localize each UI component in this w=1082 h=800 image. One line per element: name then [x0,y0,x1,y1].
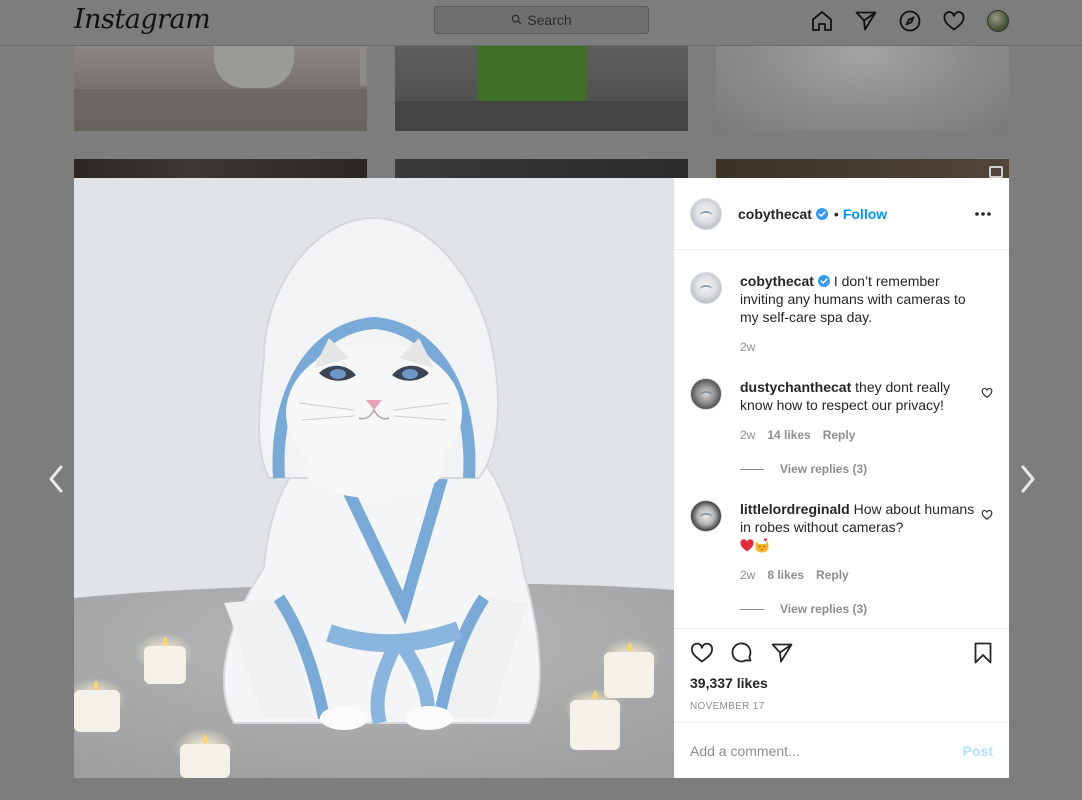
comments-list[interactable]: cobythecat I don’t remember inviting any… [674,250,1009,628]
post-details-panel: cobythecat • Follow cobythecat I don’t r… [674,178,1009,778]
replies-divider [740,608,764,610]
likes-count[interactable]: 39,337 likes [690,675,768,691]
instagram-logo[interactable]: Instagram [74,4,211,35]
thumbnail-cat [214,46,294,88]
top-navigation: Instagram Search [0,0,1082,46]
caption-text: cobythecat I don’t remember inviting any… [740,272,980,326]
candle-light [74,678,126,732]
kissing-cat-emoji-icon [755,538,769,553]
share-button[interactable] [770,641,794,665]
thumbnail-pillow [360,46,367,86]
candle-light [600,638,660,698]
view-replies-button[interactable]: View replies (3) [740,602,867,616]
like-comment-button[interactable] [981,386,995,400]
caption: cobythecat I don’t remember inviting any… [690,272,995,362]
caption-meta: 2w [740,340,755,354]
nav-icons [809,8,1011,34]
comment-username[interactable]: dustychanthecat [740,379,851,395]
grid-post-thumbnail[interactable] [74,159,367,179]
post-comment-button[interactable]: Post [963,743,993,759]
heart-icon [981,388,993,398]
candle-light [174,728,234,778]
more-dots-icon [975,212,991,216]
activity-heart-icon[interactable] [941,8,967,34]
grid-post-thumbnail[interactable] [395,159,688,179]
reply-button[interactable]: Reply [823,428,856,442]
cat-in-robe-image [74,178,674,778]
more-options-button[interactable] [973,202,993,226]
view-replies-button[interactable]: View replies (3) [740,462,867,476]
post-modal: cobythecat • Follow cobythecat I don’t r… [74,178,1009,778]
reply-button[interactable]: Reply [816,568,849,582]
chevron-right-icon [1021,465,1035,493]
add-comment-input[interactable] [690,742,963,759]
grid-post-thumbnail[interactable] [395,46,688,131]
comment-icon [731,642,752,663]
comment-time[interactable]: 2w [740,568,755,582]
next-post-button[interactable] [1013,462,1043,496]
post-date[interactable]: NOVEMBER 17 [690,701,764,712]
view-replies-label: View replies (3) [780,462,868,476]
post-photo[interactable] [74,178,674,778]
like-comment-button[interactable] [981,508,995,522]
avatar[interactable] [690,272,722,304]
avatar[interactable] [690,378,722,410]
search-icon [511,12,522,28]
avatar [987,10,1009,32]
comment-username[interactable]: littlelordreginald [740,501,850,517]
direct-icon[interactable] [853,8,879,34]
comment-item: dustychanthecat they dont really know ho… [690,378,995,488]
thumbnail-sofa [74,89,367,119]
like-button[interactable] [690,641,714,665]
avatar[interactable] [690,500,722,532]
post-actions: 39,337 likes NOVEMBER 17 [674,628,1009,722]
comment-time[interactable]: 2w [740,428,755,442]
thumbnail-floor [395,101,688,131]
heart-icon [691,642,713,663]
grid-post-thumbnail[interactable]: for [74,46,367,131]
carousel-multi-icon [989,166,1003,178]
post-header: cobythecat • Follow [674,178,1009,250]
replies-divider [740,468,764,470]
verified-badge-icon [817,275,830,287]
share-direct-icon [771,643,793,663]
explore-icon[interactable] [897,8,923,34]
comment-likes[interactable]: 14 likes [767,428,810,442]
author-username[interactable]: cobythecat [738,206,812,222]
caption-time[interactable]: 2w [740,340,755,354]
bookmark-icon [974,642,992,664]
comment-text: dustychanthecat they dont really know ho… [740,378,980,414]
grid-post-thumbnail[interactable] [716,46,1009,131]
profile-avatar[interactable] [985,8,1011,34]
caption-username[interactable]: cobythecat [740,273,814,289]
previous-post-button[interactable] [41,462,71,496]
home-icon[interactable] [809,8,835,34]
comment-button[interactable] [730,641,754,665]
comment-text: littlelordreginald How about humans in r… [740,500,980,554]
author-avatar[interactable] [690,197,722,230]
comment-item: littlelordreginald How about humans in r… [690,500,995,628]
heart-icon [981,510,993,520]
chevron-left-icon [49,465,63,493]
action-icons [690,641,794,665]
view-replies-label: View replies (3) [780,602,868,616]
add-comment-bar: Post [674,722,1009,778]
thumbnail-green-bin [477,46,587,101]
comment-likes[interactable]: 8 likes [767,568,804,582]
comment-meta: 2w 14 likes Reply [740,428,855,442]
verified-badge-icon [815,207,828,220]
search-placeholder: Search [527,12,572,28]
candle-light [564,688,624,750]
red-heart-emoji-icon [740,539,754,552]
save-button[interactable] [971,641,995,665]
comment-meta: 2w 8 likes Reply [740,568,849,582]
search-input[interactable]: Search [434,6,649,34]
header-separator: • [833,205,839,222]
follow-button[interactable]: Follow [843,206,887,222]
grid-post-thumbnail[interactable] [716,159,1009,179]
